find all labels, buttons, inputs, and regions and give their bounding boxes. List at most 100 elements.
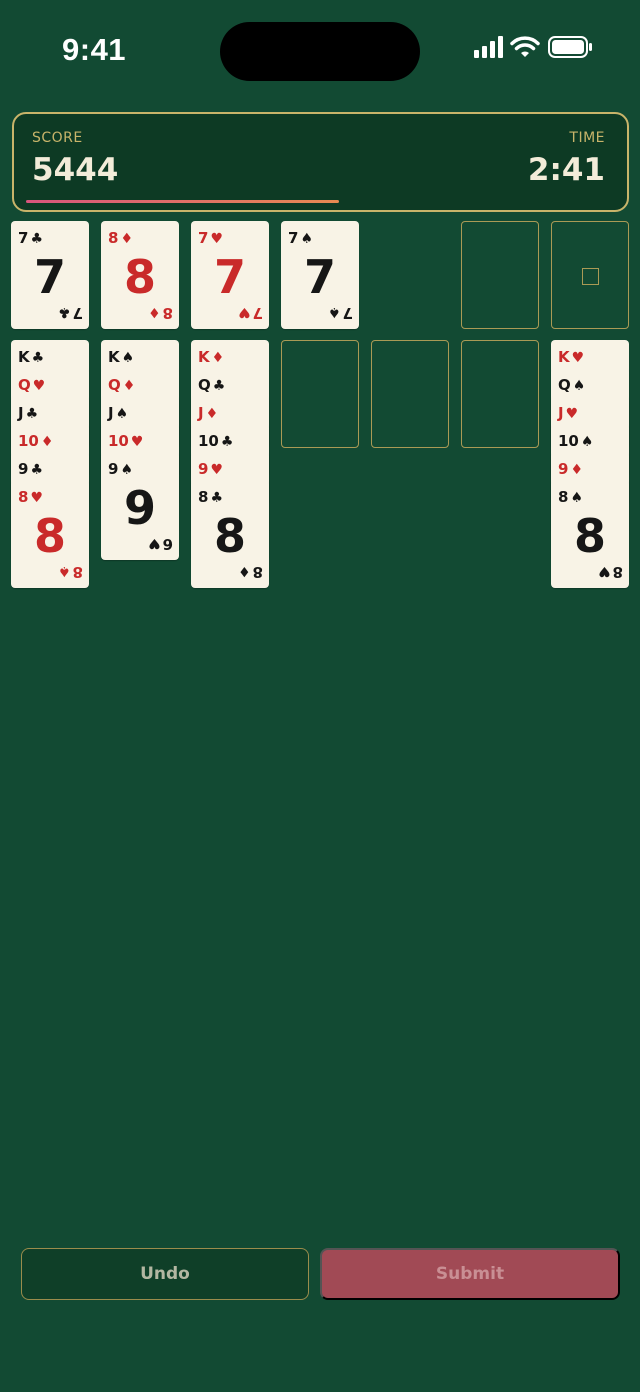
card-corner: 7 ♣ <box>18 230 43 247</box>
card-corner: K ♣ <box>18 349 44 366</box>
card-rank: Q <box>558 376 571 394</box>
card-rank: Q <box>18 376 31 394</box>
playing-card[interactable]: 8 ♥ 8 8♠ <box>11 480 89 588</box>
card-corner-inverted: 6♥ <box>148 535 173 553</box>
card-corner: 10 ♥ <box>108 433 143 450</box>
card-rank: 7 <box>342 304 353 322</box>
card-suit-icon: ♠ <box>120 462 133 478</box>
card-suit-icon: ♥ <box>30 490 43 506</box>
empty-slot[interactable] <box>461 221 539 329</box>
empty-slot[interactable] <box>461 340 539 448</box>
score-progress-fill <box>26 200 339 203</box>
card-corner-inverted: 7♣ <box>58 304 83 322</box>
card-corner: 9 ♦ <box>558 461 583 478</box>
card-rank: 9 <box>18 460 29 478</box>
card-rank: 6 <box>162 535 173 553</box>
card-rank: 9 <box>108 460 119 478</box>
empty-slot[interactable] <box>281 340 359 448</box>
card-center-rank: 8 <box>123 250 156 304</box>
card-suit-icon: ♥ <box>148 535 161 551</box>
playing-card[interactable]: 7 ♥ 7 7♥ <box>191 221 269 329</box>
card-suit-icon: ♥ <box>565 406 579 422</box>
card-rank: 10 <box>18 432 39 450</box>
card-rank: 8 <box>162 304 173 322</box>
card-corner: 8 ♦ <box>108 230 133 247</box>
undo-button[interactable]: Undo <box>21 1248 309 1300</box>
card-corner: 7 ♠ <box>288 230 313 247</box>
card-suit-icon: ♥ <box>210 462 223 478</box>
playing-card[interactable]: 7 ♠ 7 7♠ <box>281 221 359 329</box>
playing-card[interactable]: 7 ♣ 7 7♣ <box>11 221 89 329</box>
empty-slot[interactable] <box>371 340 449 448</box>
foundation-slot[interactable] <box>551 221 629 329</box>
card-rank: 10 <box>558 432 579 450</box>
time-value: 2:41 <box>527 152 605 188</box>
card-corner: 7 ♥ <box>198 230 223 247</box>
card-suit-icon: ♦ <box>205 406 219 422</box>
card-suit-icon: ♦ <box>122 378 136 394</box>
card-rank: Q <box>108 376 121 394</box>
card-corner-inverted: 7♥ <box>238 304 263 322</box>
submit-button[interactable]: Submit <box>320 1248 620 1300</box>
playing-card[interactable]: 8 ♦ 8 8♦ <box>101 221 179 329</box>
card-suit-icon: ♦ <box>120 231 133 247</box>
playing-card[interactable]: 9 ♠ 9 6♥ <box>101 452 179 560</box>
score-progress-bar <box>26 200 616 203</box>
wifi-icon <box>510 36 540 57</box>
card-center-rank: 8 <box>213 509 246 563</box>
card-corner: 8 ♠ <box>558 489 583 506</box>
card-suit-icon: ♥ <box>130 434 144 450</box>
card-corner: Q ♦ <box>108 377 135 394</box>
status-time: 9:41 <box>62 32 127 67</box>
card-suit-icon: ♠ <box>115 406 129 422</box>
card-corner: J ♦ <box>198 405 218 422</box>
card-suit-icon: ♥ <box>238 304 251 320</box>
card-corner: J ♥ <box>558 405 578 422</box>
card-rank: 7 <box>72 304 83 322</box>
card-center-rank: 7 <box>33 250 66 304</box>
card-corner: 9 ♠ <box>108 461 133 478</box>
card-suit-icon: ♠ <box>300 231 313 247</box>
battery-icon <box>548 36 592 58</box>
card-corner: 9 ♣ <box>18 461 43 478</box>
playing-card[interactable]: 8 ♣ 8 8♦ <box>191 480 269 588</box>
card-rank: K <box>558 348 570 366</box>
card-corner-inverted: 8♥ <box>598 563 623 581</box>
card-corner-inverted: 7♠ <box>328 304 353 322</box>
card-rank: Q <box>198 376 211 394</box>
card-suit-icon: ♦ <box>570 462 583 478</box>
card-suit-icon: ♣ <box>212 378 226 394</box>
card-corner: 10 ♦ <box>18 433 53 450</box>
card-rank: J <box>108 404 114 422</box>
card-corner: K ♠ <box>108 349 134 366</box>
card-rank: K <box>198 348 210 366</box>
card-corner-inverted: 8♦ <box>148 304 173 322</box>
card-center-rank: 7 <box>213 250 246 304</box>
card-suit-icon: ♣ <box>220 434 234 450</box>
card-corner: 10 ♠ <box>558 433 593 450</box>
playing-card[interactable]: 8 ♠ 8 8♥ <box>551 480 629 588</box>
card-suit-icon: ♥ <box>571 350 585 366</box>
card-rank: J <box>198 404 204 422</box>
card-corner: J ♠ <box>108 405 128 422</box>
card-center-rank: 8 <box>33 509 66 563</box>
card-rank: J <box>18 404 24 422</box>
card-rank: 8 <box>18 488 29 506</box>
card-rank: K <box>18 348 30 366</box>
card-suit-icon: ♣ <box>30 462 43 478</box>
card-suit-icon: ♣ <box>30 231 43 247</box>
card-suit-icon: ♣ <box>210 490 223 506</box>
card-suit-icon: ♠ <box>572 378 586 394</box>
card-corner: 10 ♣ <box>198 433 233 450</box>
card-corner: 8 ♥ <box>18 489 43 506</box>
card-rank: 7 <box>198 229 209 247</box>
card-rank: 10 <box>108 432 129 450</box>
card-rank: 9 <box>198 460 209 478</box>
dynamic-island <box>220 22 420 81</box>
score-label: SCORE <box>32 130 83 146</box>
card-corner: 9 ♥ <box>198 461 223 478</box>
card-rank: 7 <box>288 229 299 247</box>
card-rank: 10 <box>198 432 219 450</box>
card-suit-icon: ♦ <box>238 563 251 579</box>
card-suit-icon: ♠ <box>121 350 135 366</box>
